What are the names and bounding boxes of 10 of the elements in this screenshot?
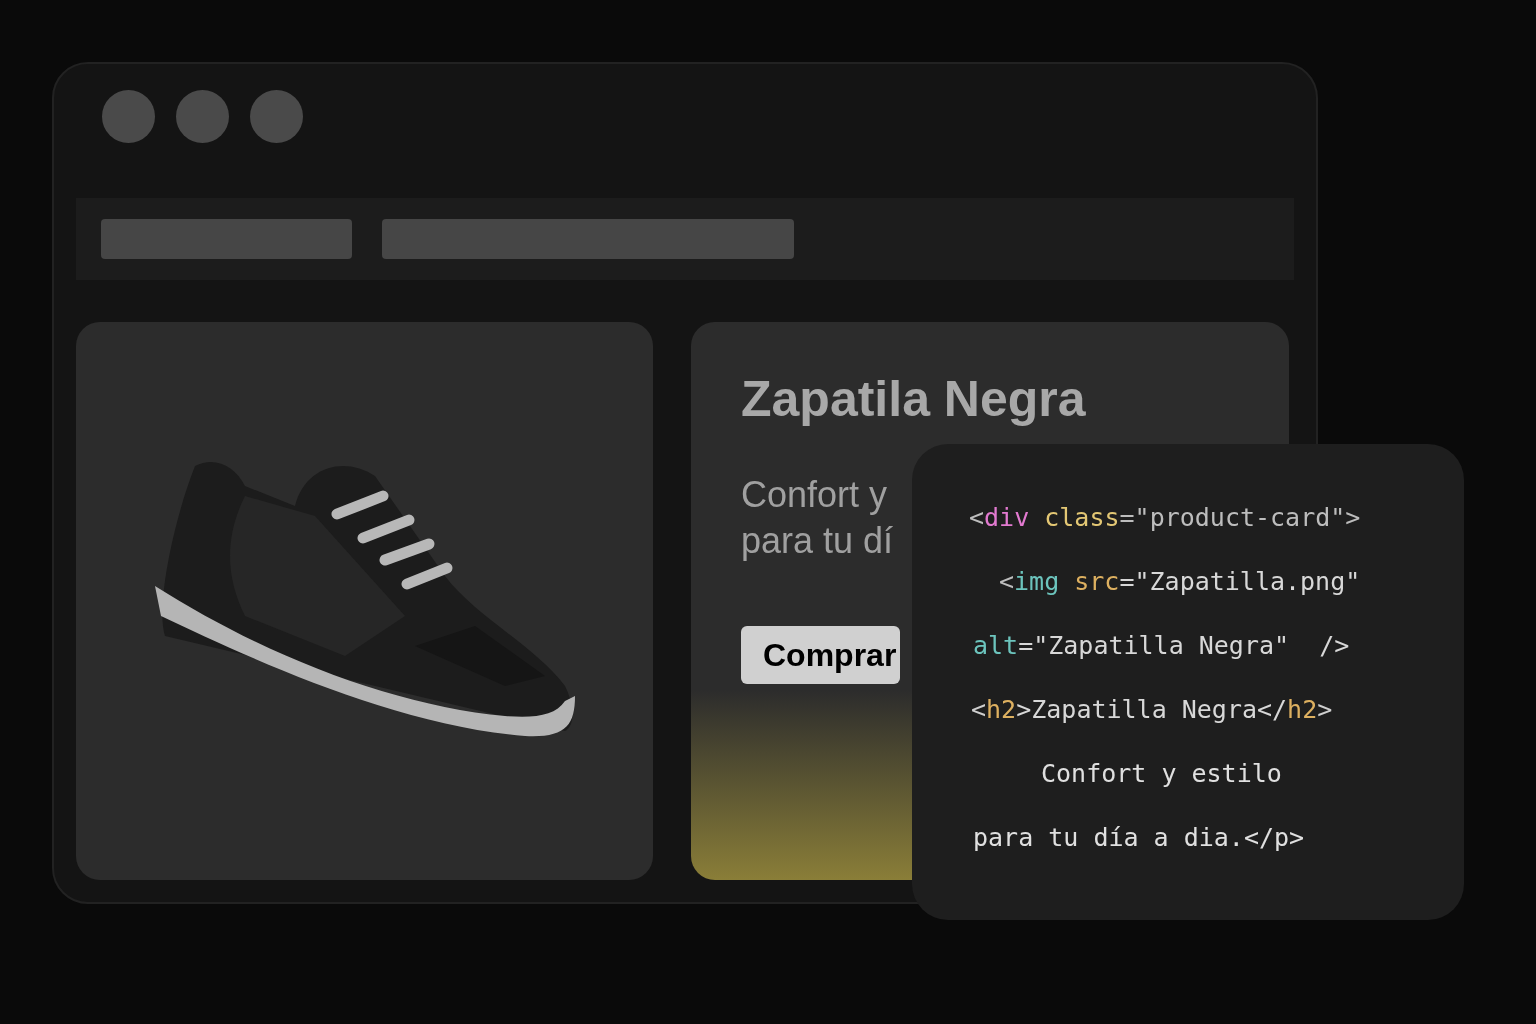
code-line: <h2>Zapatilla Negra</h2> bbox=[971, 695, 1333, 724]
code-line: <img src="Zapatilla.png" bbox=[999, 567, 1361, 596]
buy-button[interactable]: Comprar bbox=[741, 626, 901, 684]
code-line: para tu día a dia.</p> bbox=[973, 823, 1305, 852]
product-title: Zapatila Negra bbox=[741, 374, 1087, 424]
code-line: <div class="product-card"> bbox=[969, 503, 1361, 532]
product-description: Confort y bbox=[741, 473, 888, 517]
code-line: alt="Zapatilla Negra" /> bbox=[973, 631, 1350, 660]
code-line: Confort y estilo bbox=[1041, 759, 1282, 788]
product-description: para tu dí bbox=[741, 519, 894, 563]
